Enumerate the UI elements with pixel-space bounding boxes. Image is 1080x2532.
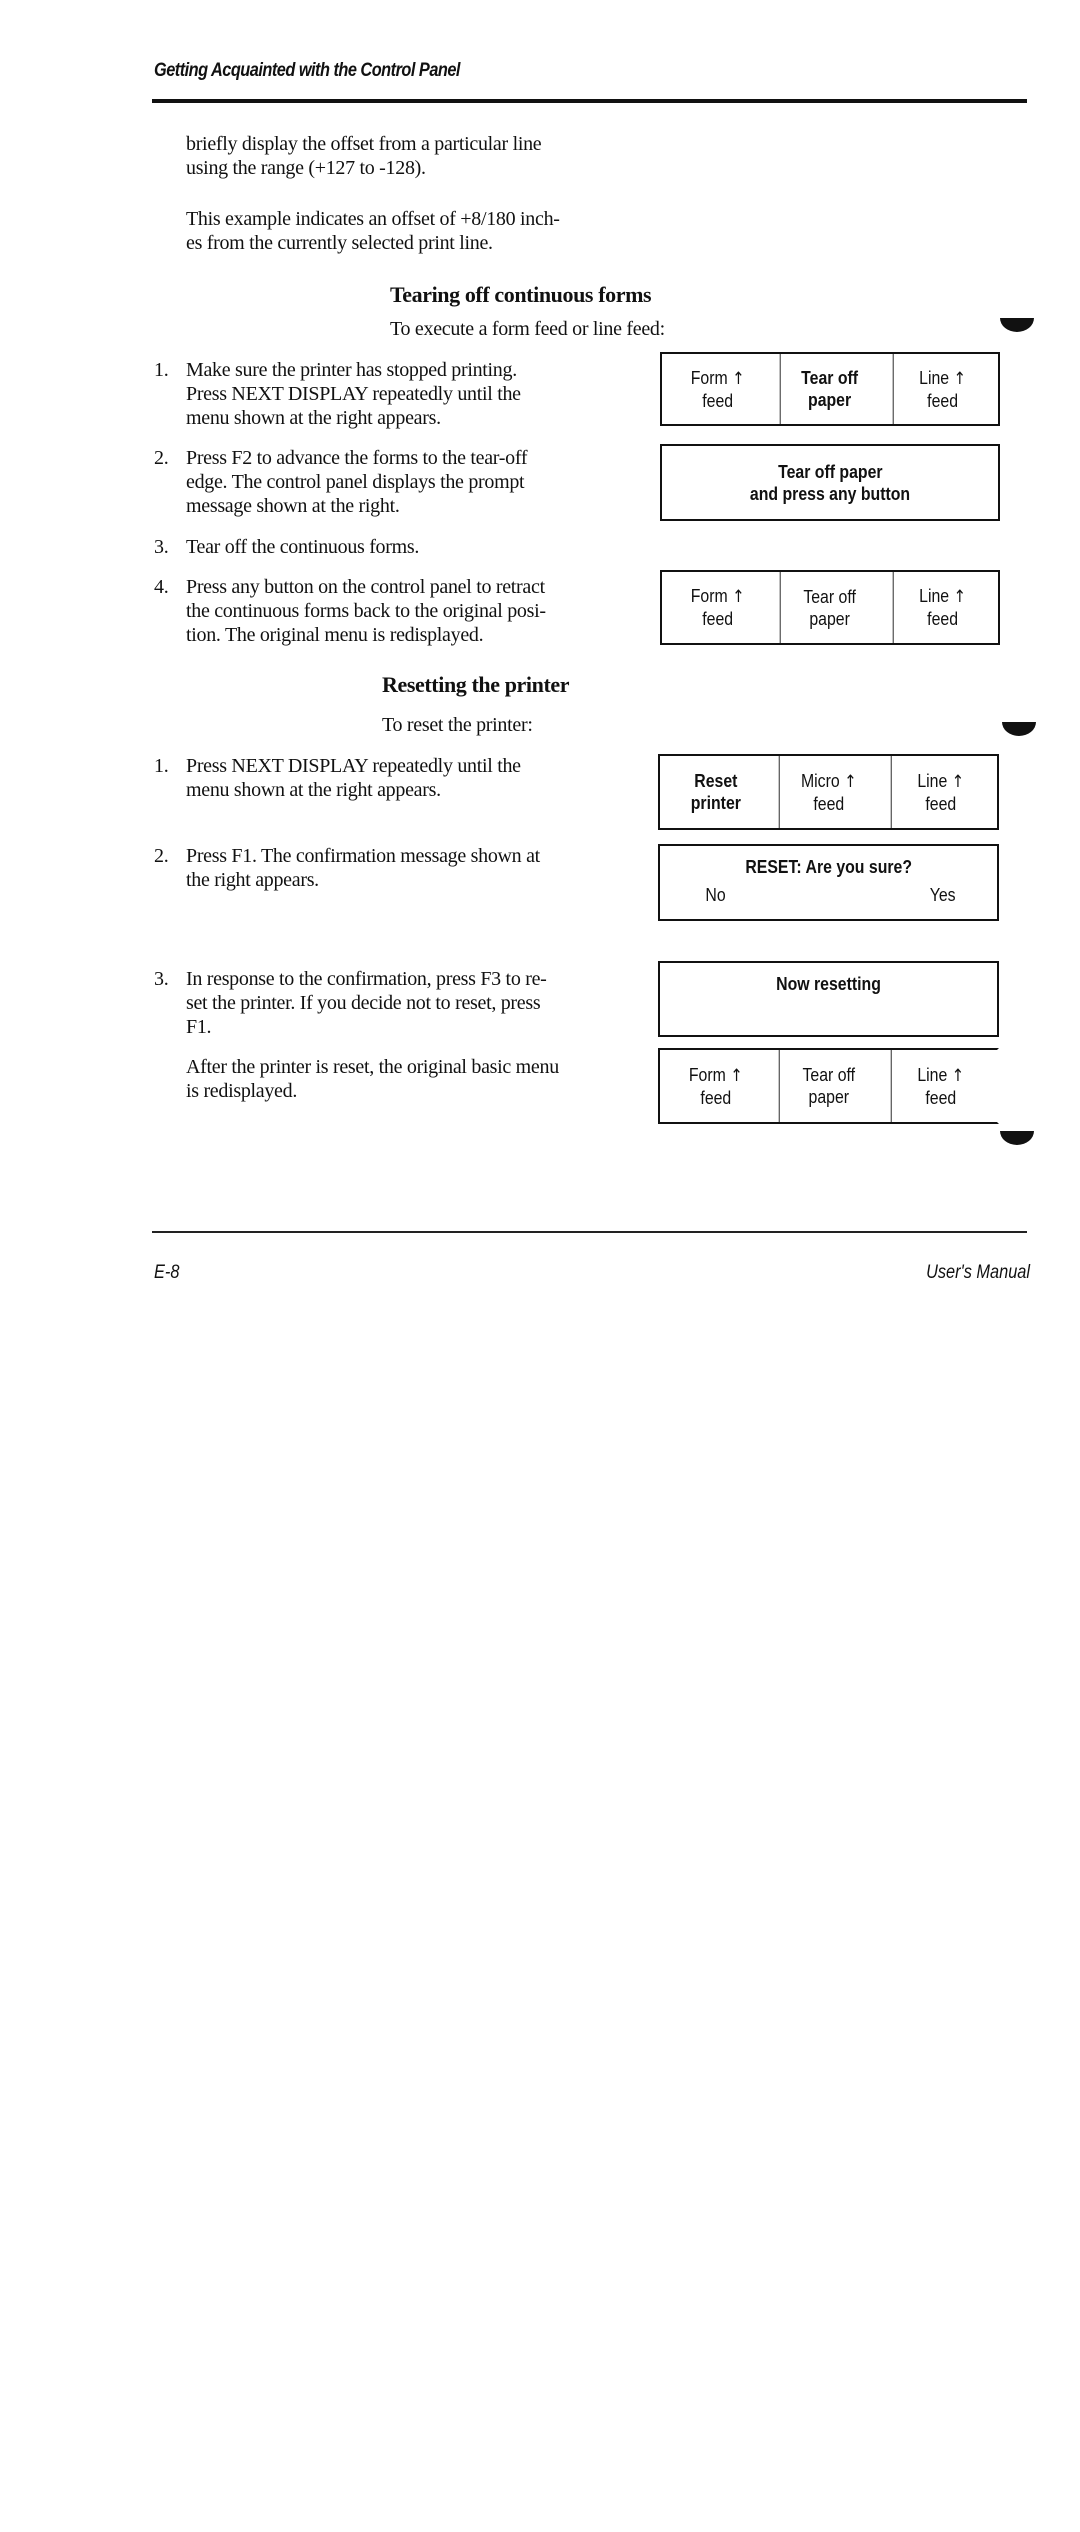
f2-key-label: Tear off paper [780,354,879,424]
up-arrow-icon: ↑ [952,1065,965,1086]
control-panel-prompt-display: Tear off paper and press any button [660,444,1000,521]
step-number: 3. [154,536,169,558]
control-panel-menu-display: Form ↑ feed Tear off paper Line ↑ feed [660,352,1000,426]
f1-key-label: Reset printer [690,771,741,813]
step-item: 1. Make sure the printer has stopped pri… [154,358,634,430]
text-line: Press NEXT DISPLAY repeatedly until the [186,755,521,777]
text-line: In response to the confirmation, press F… [186,968,547,990]
text-line: edge. The control panel displays the pro… [186,471,525,493]
text-line: This example indicates an offset of +8/1… [186,208,560,230]
step-number: 2. [154,447,169,469]
text-line: Press F1. The confirmation message shown… [186,845,540,867]
step-item: 2. Press F1. The confirmation message sh… [154,844,634,892]
up-arrow-icon: ↑ [732,587,745,607]
text-line: Press F2 to advance the forms to the tea… [186,447,528,469]
up-arrow-icon: ↑ [732,368,745,389]
intro-paragraph-1: briefly display the offset from a partic… [186,132,542,180]
step-item: 1. Press NEXT DISPLAY repeatedly until t… [154,754,634,802]
text-line: Press NEXT DISPLAY repeatedly until the [186,383,521,405]
f3-key-label: Line ↑ feed [891,756,990,828]
f3-key-label: Line ↑ feed [891,1050,990,1122]
f1-key-label: Form ↑ feed [688,1064,743,1108]
text-line: menu shown at the right appears. [186,779,441,801]
text-line: is redisplayed. [186,1080,298,1102]
step-item: 2. Press F2 to advance the forms to the … [154,446,634,518]
text-line: Tear off the continuous forms. [186,536,420,558]
text-line: set the printer. If you decide not to re… [186,992,541,1014]
text-line: tion. The original menu is redisplayed. [186,624,484,646]
text-line: menu shown at the right appears. [186,407,441,429]
prompt-line: Tear off paper [777,461,883,482]
prompt-line: and press any button [749,483,911,504]
text-line: the right appears. [186,869,319,891]
step-item: 3. In response to the confirmation, pres… [154,967,634,1039]
step-item: 4. Press any button on the control panel… [154,575,634,647]
text-line: message shown at the right. [186,495,400,517]
status-line: Now resetting [776,974,881,994]
section-intro-resetting: To reset the printer: [382,714,533,736]
manual-page: Getting Acquainted with the Control Pane… [0,0,1080,2532]
control-panel-confirm-display: RESET: Are you sure? No Yes [658,844,999,921]
section-heading-resetting: Resetting the printer [382,672,570,697]
text-line: the continuous forms back to the origina… [186,600,546,622]
step-number: 1. [154,359,169,381]
confirm-no-option: No [705,885,726,905]
section-heading-tearing: Tearing off continuous forms [390,282,652,307]
header-rule [152,99,1027,103]
page-number: E-8 [154,1262,180,1283]
f1-key-label: Form ↑ feed [690,586,745,629]
up-arrow-icon: ↑ [843,771,857,792]
text-line: es from the currently selected print lin… [186,232,493,254]
control-panel-menu-display: Form ↑ feed Tear off paper Line ↑ feed [658,1048,999,1124]
reset-note: After the printer is reset, the original… [186,1055,559,1103]
control-panel-menu-display: Form ↑ feed Tear off paper Line ↑ feed [660,570,1000,645]
control-panel-status-display: Now resetting [658,961,999,1037]
up-arrow-icon: ↑ [953,587,966,607]
text-line: Press any button on the control panel to… [186,576,545,598]
text-line: F1. [186,1016,212,1038]
margin-tab-mark [1002,722,1036,736]
step-number: 1. [154,755,169,777]
f2-key-label: Tear off paper [780,572,879,643]
text-line: Make sure the printer has stopped printi… [186,359,517,381]
text-line: After the printer is reset, the original… [186,1056,559,1078]
f3-key-label: Line ↑ feed [892,572,991,643]
step-number: 3. [154,968,169,990]
confirm-title: RESET: Are you sure? [745,857,912,877]
margin-tab-mark [1000,1131,1034,1145]
margin-tab-mark [1000,318,1034,332]
step-number: 4. [154,576,169,598]
footer-rule [152,1231,1027,1233]
section-intro-tearing: To execute a form feed or line feed: [390,318,665,340]
confirm-yes-option: Yes [929,885,956,905]
f2-key-label: Tear off paper [778,1050,877,1122]
control-panel-menu-display: Reset printer Micro ↑ feed Line ↑ feed [658,754,999,830]
up-arrow-icon: ↑ [952,771,965,792]
up-arrow-icon: ↑ [730,1065,743,1086]
text-line: using the range (+127 to -128). [186,157,426,179]
step-number: 2. [154,845,169,867]
text-line: briefly display the offset from a partic… [186,133,542,155]
intro-paragraph-2: This example indicates an offset of +8/1… [186,207,560,255]
running-head: Getting Acquainted with the Control Pane… [154,60,460,81]
manual-title: User's Manual [926,1262,1030,1283]
f1-key-label: Form ↑ feed [690,367,745,411]
step-item: 3. Tear off the continuous forms. [154,535,634,559]
up-arrow-icon: ↑ [953,368,966,389]
f2-key-label: Micro ↑ feed [778,756,877,828]
f3-key-label: Line ↑ feed [892,354,991,424]
